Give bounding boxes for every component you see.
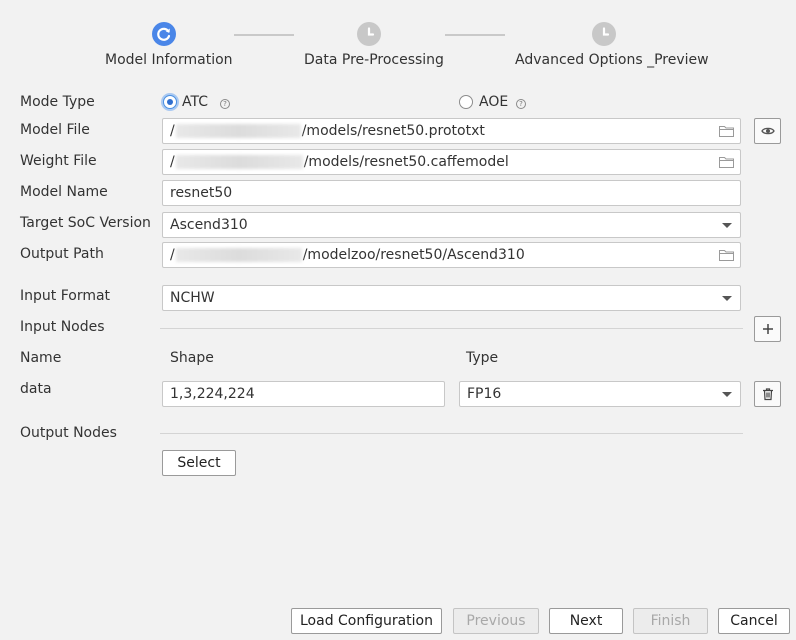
model-name-input[interactable]: resnet50 [162,180,741,206]
preview-eye-button[interactable] [754,118,781,144]
column-header-name: Name [20,350,62,366]
output-path-label: Output Path [20,246,104,262]
mode-type-label: Mode Type [20,94,95,110]
folder-icon[interactable] [719,125,734,137]
help-icon[interactable]: ? [220,99,230,109]
node-type-select[interactable]: FP16 [459,381,741,407]
step-pending-clock-icon [592,22,616,46]
model-name-label: Model Name [20,184,108,200]
path-suffix: /modelzoo/resnet50/Ascend310 [302,247,525,263]
cancel-button[interactable]: Cancel [718,608,790,634]
folder-icon[interactable] [719,156,734,168]
weight-file-input[interactable]: / /models/resnet50.caffemodel [162,149,741,175]
model-file-input[interactable]: / /models/resnet50.prototxt [162,118,741,144]
path-prefix: / [170,123,175,139]
input-format-value: NCHW [170,290,215,306]
target-soc-label: Target SoC Version [20,215,151,231]
chevron-down-icon [722,223,732,228]
radio-atc[interactable] [163,95,177,109]
target-soc-value: Ascend310 [170,217,248,233]
next-button[interactable]: Next [549,608,623,634]
step-connector [445,34,505,36]
divider [160,328,743,329]
input-format-select[interactable]: NCHW [162,285,741,311]
input-nodes-label: Input Nodes [20,319,105,335]
weight-file-label: Weight File [20,153,97,169]
help-icon[interactable]: ? [516,99,526,109]
chevron-down-icon [722,392,732,397]
path-prefix: / [170,154,175,170]
eye-icon [760,127,775,135]
path-suffix: /models/resnet50.prototxt [301,123,485,139]
radio-aoe-label[interactable]: AOE [479,94,508,110]
redacted-path [175,124,301,138]
add-input-node-button[interactable] [754,316,781,342]
model-file-label: Model File [20,122,90,138]
input-format-label: Input Format [20,288,111,304]
load-configuration-button[interactable]: Load Configuration [291,608,442,634]
folder-icon[interactable] [719,249,734,261]
column-header-type: Type [466,350,499,366]
chevron-down-icon [722,296,732,301]
step-label-data-preprocessing[interactable]: Data Pre-Processing [304,52,444,68]
step-active-refresh-icon [152,22,176,46]
step-connector [234,34,294,36]
redacted-path [175,248,302,262]
step-label-model-information[interactable]: Model Information [105,52,233,68]
trash-icon [762,388,773,401]
node-type-value: FP16 [467,386,502,402]
radio-aoe[interactable] [459,95,473,109]
select-output-nodes-button[interactable]: Select [162,450,236,476]
step-pending-clock-icon [357,22,381,46]
output-path-input[interactable]: / /modelzoo/resnet50/Ascend310 [162,242,741,268]
node-name: data [20,381,52,397]
output-nodes-label: Output Nodes [20,425,117,441]
path-suffix: /models/resnet50.caffemodel [303,154,509,170]
step-label-advanced-options[interactable]: Advanced Options _Preview [515,52,709,68]
path-prefix: / [170,247,175,263]
previous-button[interactable]: Previous [453,608,539,634]
redacted-path [175,155,303,169]
divider [160,433,743,434]
target-soc-select[interactable]: Ascend310 [162,212,741,238]
delete-node-button[interactable] [754,381,781,407]
column-header-shape: Shape [170,350,214,366]
radio-atc-label[interactable]: ATC [182,94,208,110]
plus-icon [762,324,773,334]
node-shape-input[interactable]: 1,3,224,224 [162,381,445,407]
finish-button[interactable]: Finish [633,608,708,634]
